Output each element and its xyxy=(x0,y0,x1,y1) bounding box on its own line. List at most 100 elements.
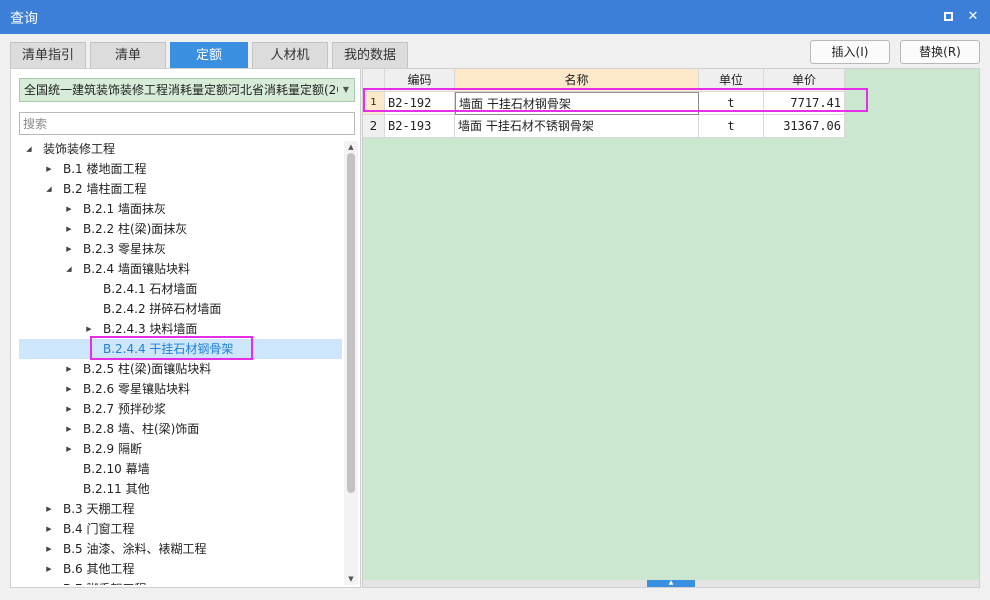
tree-item[interactable]: ▶ B.2.5 柱(梁)面镶贴块料 xyxy=(19,359,342,379)
tab-my-data[interactable]: 我的数据 xyxy=(332,42,408,68)
tree-item[interactable]: ▶ B.2.3 零星抹灰 xyxy=(19,239,342,259)
maximize-icon[interactable] xyxy=(937,6,959,28)
tree-item-label: B.2.10 幕墙 xyxy=(83,462,150,476)
tree-item-label: B.2.5 柱(梁)面镶贴块料 xyxy=(83,362,212,376)
expanded-arrow-icon[interactable]: ◢ xyxy=(43,179,55,199)
tree-item[interactable]: ▶ B.2.2 柱(梁)面抹灰 xyxy=(19,219,342,239)
tree-item[interactable]: ◢ B.2 墙柱面工程 xyxy=(19,179,342,199)
tree-item-label: B.2.9 隔断 xyxy=(83,442,142,456)
scroll-splitter-icon[interactable]: ▲ xyxy=(647,580,695,587)
tree-item-label: B.4 门窗工程 xyxy=(63,522,135,536)
tree-item-label: B.2.4 墙面镶贴块料 xyxy=(83,262,190,276)
row-unit[interactable]: t xyxy=(699,115,764,138)
row-number: 1 xyxy=(363,92,385,115)
quota-table: 编码 名称 单位 单价 1 B2-192 墙面 干挂石材钢骨架 t 7717.4… xyxy=(362,68,980,588)
insert-button[interactable]: 插入(I) xyxy=(810,40,890,64)
table-header-row: 编码 名称 单位 单价 xyxy=(363,69,845,92)
collapsed-arrow-icon[interactable]: ▶ xyxy=(43,499,55,519)
tree-item[interactable]: ▶ B.1 楼地面工程 xyxy=(19,159,342,179)
tree-item-label: B.6 其他工程 xyxy=(63,562,135,576)
tab-bill[interactable]: 清单 xyxy=(90,42,166,68)
row-name[interactable]: 墙面 干挂石材钢骨架 xyxy=(455,92,699,115)
tree-item[interactable]: ▶ B.2.1 墙面抹灰 xyxy=(19,199,342,219)
collapsed-arrow-icon[interactable]: ▶ xyxy=(43,559,55,579)
expanded-arrow-icon[interactable]: ◢ xyxy=(63,259,75,279)
tree-item-label: B.2.11 其他 xyxy=(83,482,150,496)
tree-item[interactable]: ▶ B.3 天棚工程 xyxy=(19,499,342,519)
search-input[interactable] xyxy=(19,112,355,135)
tree-item[interactable]: ◢ 装饰装修工程 xyxy=(19,139,342,159)
expanded-arrow-icon[interactable]: ◢ xyxy=(23,139,35,159)
tree-item-label: B.2.3 零星抹灰 xyxy=(83,242,166,256)
tree-item-label: B.7 脚手架工程 xyxy=(63,579,147,585)
tree-item-label: B.2 墙柱面工程 xyxy=(63,182,147,196)
row-code[interactable]: B2-193 xyxy=(385,115,455,138)
row-code[interactable]: B2-192 xyxy=(385,92,455,115)
collapsed-arrow-icon[interactable]: ▶ xyxy=(43,539,55,559)
tree-item[interactable]: ▶ B.6 其他工程 xyxy=(19,559,342,579)
row-name[interactable]: 墙面 干挂石材不锈钢骨架 xyxy=(455,115,699,138)
column-header-unit[interactable]: 单位 xyxy=(699,69,764,92)
quota-library-select[interactable]: 全国统一建筑装饰装修工程消耗量定额河北省消耗量定额(20 ▼ xyxy=(19,78,355,102)
tree-item[interactable]: B.2.10 幕墙 xyxy=(19,459,342,479)
collapsed-arrow-icon[interactable]: ▶ xyxy=(63,399,75,419)
tree-item-label: B.2.6 零星镶贴块料 xyxy=(83,382,190,396)
collapsed-arrow-icon[interactable]: ▶ xyxy=(63,199,75,219)
tree-item[interactable]: B.2.4.1 石材墙面 xyxy=(19,279,342,299)
tree-item-label: B.2.4.4 干挂石材钢骨架 xyxy=(103,342,234,356)
tree-item[interactable]: ▶ B.2.9 隔断 xyxy=(19,439,342,459)
collapsed-arrow-icon[interactable]: ▶ xyxy=(63,239,75,259)
collapsed-arrow-icon[interactable]: ▶ xyxy=(83,319,95,339)
tree-item[interactable]: ◢ B.2.4 墙面镶贴块料 xyxy=(19,259,342,279)
scroll-down-icon[interactable]: ▼ xyxy=(344,573,358,585)
tree-item[interactable]: ▶ B.4 门窗工程 xyxy=(19,519,342,539)
chevron-down-icon[interactable]: ▼ xyxy=(338,79,354,101)
tree-item[interactable]: B.2.4.2 拼碎石材墙面 xyxy=(19,299,342,319)
quota-library-selected: 全国统一建筑装饰装修工程消耗量定额河北省消耗量定额(20 xyxy=(24,83,344,97)
tree-item-label: 装饰装修工程 xyxy=(43,142,116,156)
tree-item-label: B.5 油漆、涂料、裱糊工程 xyxy=(63,542,207,556)
tree-item[interactable]: ▶ B.2.4.3 块料墙面 xyxy=(19,319,342,339)
collapsed-arrow-icon[interactable]: ▶ xyxy=(43,579,55,585)
collapsed-arrow-icon[interactable]: ▶ xyxy=(63,379,75,399)
collapsed-arrow-icon[interactable]: ▶ xyxy=(63,219,75,239)
collapsed-arrow-icon[interactable]: ▶ xyxy=(63,439,75,459)
scrollbar-thumb[interactable] xyxy=(347,153,355,493)
tree-item[interactable]: ▶ B.2.8 墙、柱(梁)饰面 xyxy=(19,419,342,439)
quota-tree-panel: 全国统一建筑装饰装修工程消耗量定额河北省消耗量定额(20 ▼ ◢ 装饰装修工程 ▶ B… xyxy=(10,68,361,588)
table-row[interactable]: 2 B2-193 墙面 干挂石材不锈钢骨架 t 31367.06 xyxy=(363,115,845,138)
table-row[interactable]: 1 B2-192 墙面 干挂石材钢骨架 t 7717.41 xyxy=(363,92,845,115)
tree-item-label: B.2.4.2 拼碎石材墙面 xyxy=(103,302,222,316)
tab-labor-material[interactable]: 人材机 xyxy=(252,42,328,68)
tree-item-label: B.2.1 墙面抹灰 xyxy=(83,202,166,216)
column-header-price[interactable]: 单价 xyxy=(764,69,845,92)
row-price[interactable]: 7717.41 xyxy=(764,92,845,115)
tree-item-label: B.2.4.1 石材墙面 xyxy=(103,282,198,296)
window-titlebar[interactable]: 查询 ✕ xyxy=(0,0,990,34)
tree-item-label: B.2.8 墙、柱(梁)饰面 xyxy=(83,422,200,436)
collapsed-arrow-icon[interactable]: ▶ xyxy=(43,519,55,539)
row-number: 2 xyxy=(363,115,385,138)
tree-item[interactable]: ▶ B.2.7 预拌砂浆 xyxy=(19,399,342,419)
collapsed-arrow-icon[interactable]: ▶ xyxy=(43,159,55,179)
row-unit[interactable]: t xyxy=(699,92,764,115)
tree-item[interactable]: ▶ B.7 脚手架工程 xyxy=(19,579,342,585)
collapsed-arrow-icon[interactable]: ▶ xyxy=(63,359,75,379)
chapter-tree: ◢ 装饰装修工程 ▶ B.1 楼地面工程 ◢ B.2 墙柱面工程 ▶ B.2.1 墙面抹灰 ▶ B… xyxy=(11,139,344,585)
column-header-name[interactable]: 名称 xyxy=(455,69,699,92)
tree-scrollbar[interactable]: ▲ ▼ xyxy=(344,141,358,585)
replace-button[interactable]: 替换(R) xyxy=(900,40,980,64)
table-hscrollbar[interactable]: ▲ xyxy=(363,580,979,587)
tree-item[interactable]: ▶ B.5 油漆、涂料、裱糊工程 xyxy=(19,539,342,559)
column-header-code[interactable]: 编码 xyxy=(385,69,455,92)
collapsed-arrow-icon[interactable]: ▶ xyxy=(63,419,75,439)
tree-item[interactable]: B.2.11 其他 xyxy=(19,479,342,499)
tab-bill-guide[interactable]: 清单指引 xyxy=(10,42,86,68)
scroll-up-icon[interactable]: ▲ xyxy=(344,141,358,153)
close-icon[interactable]: ✕ xyxy=(962,6,984,28)
tab-quota[interactable]: 定额 xyxy=(170,42,248,68)
tree-item[interactable]: ▶ B.2.6 零星镶贴块料 xyxy=(19,379,342,399)
tree-item-label: B.2.7 预拌砂浆 xyxy=(83,402,166,416)
tree-item[interactable]: B.2.4.4 干挂石材钢骨架 xyxy=(19,339,342,359)
row-price[interactable]: 31367.06 xyxy=(764,115,845,138)
